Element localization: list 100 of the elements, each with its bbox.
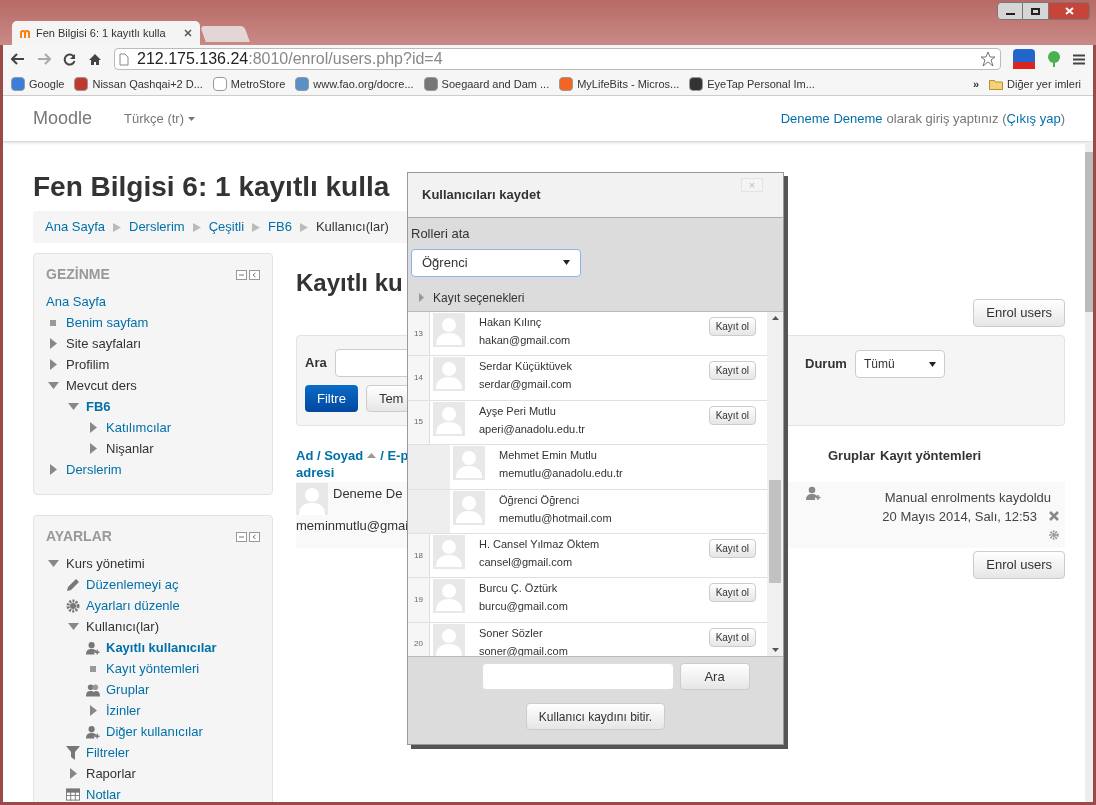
sort-link[interactable]: Ad / Soyad (296, 446, 364, 466)
search-label: Ara (305, 354, 327, 373)
row-number: 18 (414, 549, 423, 562)
extension-icon[interactable] (1013, 49, 1035, 69)
nav-item[interactable]: Mevcut ders (66, 375, 137, 396)
role-select[interactable]: Öğrenci (411, 248, 581, 277)
nav-item[interactable]: Profilim (66, 354, 110, 375)
collapse-icon[interactable] (236, 269, 247, 280)
nav-item[interactable]: Düzenlemeyi aç (86, 574, 179, 595)
scrollbar-thumb[interactable] (769, 480, 781, 583)
bookmark-link[interactable]: Nissan Qashqai+2 D... (92, 75, 203, 93)
back-arrow-icon[interactable] (11, 53, 25, 65)
user-add-icon[interactable] (806, 486, 821, 500)
dropdown-caret-icon (188, 116, 195, 121)
more-bookmarks-button[interactable]: » (972, 75, 980, 93)
user-email: soner@gmail.com (479, 643, 568, 656)
gear-icon[interactable] (1049, 530, 1059, 540)
address-bar[interactable]: 212.175.136.24:8010/enrol/users.php?id=4 (114, 48, 1001, 70)
column-header: Gruplar (828, 447, 875, 465)
nav-item[interactable]: Derslerim (66, 459, 122, 480)
finish-enrolment-button[interactable]: Kullanıcı kaydını bitir. (525, 703, 666, 730)
sort-link[interactable]: adresi (296, 463, 335, 483)
scrollbar[interactable] (767, 312, 783, 656)
user-name: H. Cansel Yılmaz Öktem (479, 536, 600, 552)
close-window-button[interactable] (1048, 2, 1090, 20)
nav-item[interactable]: FB6 (86, 396, 111, 417)
scroll-down-icon (771, 648, 779, 652)
breadcrumb-link[interactable]: Derslerim (129, 217, 185, 237)
enrol-users-button[interactable]: Enrol users (973, 299, 1065, 327)
scrollbar[interactable] (1085, 142, 1093, 802)
breadcrumb-separator-icon (252, 222, 261, 232)
dropdown-caret-icon (563, 260, 570, 265)
status-select[interactable]: Tümü (854, 350, 945, 378)
enrol-button[interactable]: Kayıt ol (708, 317, 756, 336)
breadcrumb-link[interactable]: Ana Sayfa (45, 217, 105, 237)
bookmark-link[interactable]: MyLifeBits - Micros... (577, 75, 680, 93)
nav-item[interactable]: Gruplar (106, 679, 150, 700)
breadcrumb-separator-icon (113, 222, 121, 232)
user-email: aperi@anadolu.edu.tr (479, 421, 585, 437)
dock-icon[interactable] (249, 269, 260, 280)
bookmark-link[interactable]: Soegaard and Dam ... (441, 75, 550, 93)
forward-arrow-icon[interactable] (37, 53, 51, 65)
nav-item[interactable]: İzinler (106, 700, 141, 721)
home-icon[interactable] (88, 52, 102, 66)
nav-item[interactable]: Notlar (86, 784, 121, 802)
minimize-button[interactable] (997, 2, 1023, 20)
site-brand[interactable]: Moodle (33, 105, 93, 132)
options-toggle[interactable]: Kayıt seçenekleri (419, 288, 780, 307)
language-menu[interactable]: Türkçe (tr) (124, 108, 195, 129)
enrol-button[interactable]: Kayıt ol (708, 583, 756, 603)
breadcrumb-link[interactable]: FB6 (268, 217, 292, 237)
sort-link[interactable]: / E-p (380, 446, 409, 466)
new-tab-button[interactable] (200, 26, 250, 42)
delete-icon[interactable] (1049, 511, 1059, 521)
pencil-icon (66, 577, 80, 592)
nav-item[interactable]: Filtreler (86, 742, 130, 763)
breadcrumb-link[interactable]: Çeşitli (208, 217, 245, 237)
close-icon[interactable] (184, 29, 192, 37)
sort-up-icon (367, 453, 377, 459)
menu-icon[interactable] (1073, 53, 1085, 65)
nav-item[interactable]: Nişanlar (106, 438, 154, 459)
user-email: memutlu@anadolu.edu.tr (499, 466, 623, 482)
enrol-button[interactable]: Kayıt ol (708, 361, 756, 381)
maximize-button[interactable] (1023, 2, 1048, 20)
row-number: 14 (414, 372, 423, 385)
nav-item[interactable]: Katılımcılar (106, 417, 171, 438)
user-name: Mehmet Emin Mutlu (499, 448, 598, 464)
leaf-icon[interactable] (1047, 50, 1061, 68)
user-link[interactable]: Deneme Deneme (780, 108, 883, 129)
bookmark-link[interactable]: Google (29, 75, 65, 93)
nav-item[interactable]: Kullanıcı(lar) (86, 616, 159, 637)
nav-item[interactable]: Kurs yönetimi (66, 553, 145, 574)
nav-item[interactable]: Kayıt yöntemleri (106, 658, 200, 679)
dock-icon[interactable] (249, 531, 260, 542)
star-icon[interactable] (980, 51, 996, 67)
nav-item[interactable]: Raporlar (86, 763, 136, 784)
user-email: meminmutlu@gmai (296, 517, 409, 535)
search-button[interactable]: Ara (679, 663, 750, 690)
row-number: 15 (414, 416, 423, 429)
reload-icon[interactable] (63, 52, 76, 66)
bookmark-link[interactable]: www.fao.org/docre... (313, 75, 414, 93)
filter-button[interactable]: Filtre (305, 385, 358, 412)
breadcrumb-current: Kullanıcı(lar) (315, 218, 389, 237)
site-logo-icon (20, 28, 32, 38)
nav-item[interactable]: Ana Sayfa (46, 291, 106, 312)
nav-item[interactable]: Kayıtlı kullanıcılar (106, 637, 217, 658)
enrol-users-button[interactable]: Enrol users (973, 551, 1065, 579)
nav-item[interactable]: Ayarları düzenle (86, 595, 180, 616)
bookmark-folder-link[interactable]: Diğer yer imleri (1007, 75, 1081, 93)
bookmark-link[interactable]: EyeTap Personal Im... (707, 75, 815, 93)
user-add-icon (86, 640, 100, 655)
nav-item[interactable]: Site sayfaları (66, 333, 142, 354)
folder-icon (989, 78, 1004, 90)
nav-item[interactable]: Diğer kullanıcılar (106, 721, 203, 742)
logout-link[interactable]: Çıkış yap (1006, 108, 1061, 129)
collapse-icon[interactable] (236, 531, 247, 542)
search-field[interactable] (481, 663, 674, 690)
bookmark-link[interactable]: MetroStore (230, 75, 286, 93)
browser-tab[interactable]: Fen Bilgisi 6: 1 kayıtlı kulla (12, 21, 200, 45)
nav-item[interactable]: Benim sayfam (66, 312, 149, 333)
